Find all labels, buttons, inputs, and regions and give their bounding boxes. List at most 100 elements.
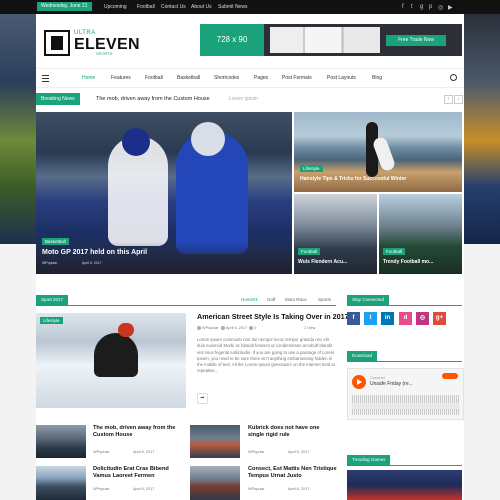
facebook-icon[interactable]: f — [402, 4, 404, 10]
hero-bottom-right-post[interactable]: Football Trendy Football mo... — [379, 194, 462, 274]
pinterest-icon[interactable]: p — [429, 4, 432, 10]
nav-item-features[interactable]: Features — [111, 75, 131, 81]
hero-tr-category[interactable]: Lifestyle — [300, 165, 323, 172]
nav-item-football[interactable]: Football — [145, 75, 163, 81]
nav-item-shortcodes[interactable]: Shortcodes — [214, 75, 239, 81]
hero-category-badge[interactable]: Basketball — [42, 238, 69, 245]
list-thumb-3[interactable] — [36, 466, 86, 500]
background-photo-left — [0, 14, 36, 244]
clock-icon — [220, 326, 225, 330]
date-badge: Wednesday, June 21 — [37, 2, 92, 11]
featured-comments[interactable]: 0 — [254, 326, 256, 330]
logo-text-sub: SPORTS — [96, 51, 113, 56]
nav-item-blog[interactable]: Blog — [372, 75, 382, 81]
top-bar: Wednesday, June 21 Upcoming Football Con… — [0, 0, 500, 14]
next-arrow-icon[interactable]: › — [454, 95, 463, 104]
tab-home01[interactable]: Home01 — [241, 297, 258, 302]
hero-main-title[interactable]: Moto GP 2017 held on this April — [42, 249, 147, 256]
hero-main-post[interactable]: Basketball Moto GP 2017 held on this Apr… — [36, 112, 292, 274]
play-icon[interactable] — [352, 375, 366, 389]
background-photo-right — [464, 14, 500, 244]
topbar-link-football[interactable]: Football — [137, 4, 155, 10]
featured-excerpt: Lorem ipsum commodo non dui nempor lecoc… — [197, 337, 336, 374]
hero-bl-category[interactable]: Football — [298, 248, 321, 255]
hero-br-category[interactable]: Football — [383, 248, 406, 255]
nav-item-home[interactable]: Home — [82, 75, 95, 81]
main-nav: Home Features Football Basketball Shortc… — [36, 68, 464, 88]
featured-author[interactable]: WPopular — [202, 326, 219, 330]
logo-icon[interactable] — [44, 30, 70, 56]
comment-icon — [249, 326, 254, 330]
waveform[interactable] — [352, 395, 459, 415]
nav-item-pages[interactable]: Pages — [254, 75, 268, 81]
instagram-icon[interactable]: ◎ — [416, 312, 429, 325]
ad-screenshots — [270, 27, 380, 53]
topbar-link-contact[interactable]: Contact Us — [161, 4, 186, 10]
list-title-1[interactable]: The mob, driven away from the Custom Hou… — [93, 425, 183, 439]
breaking-news-bar: Breaking News The mob, driven away from … — [36, 93, 464, 105]
hero-top-right-post[interactable]: Lifestyle Hairstyle Tips & Tricks for Su… — [294, 112, 462, 192]
ad-banner[interactable]: 728 x 90 Free Trade Now — [200, 24, 462, 56]
list-thumb-2[interactable] — [190, 425, 240, 458]
hero-tr-title[interactable]: Hairstyle Tips & Tricks for Successful W… — [300, 176, 406, 182]
hero-helmet-image — [122, 128, 150, 156]
topbar-link-about[interactable]: About Us — [191, 4, 212, 10]
nav-item-basketball[interactable]: Basketball — [177, 75, 200, 81]
soundcloud-logo-icon[interactable] — [442, 373, 458, 379]
trending-header: Trending Games — [347, 455, 462, 466]
stay-connected-title: Stay Connected — [347, 295, 390, 305]
topbar-link-submit[interactable]: Submit News — [218, 4, 247, 10]
hero-main-date: April 6, 2017 — [82, 261, 102, 265]
facebook-icon[interactable]: f — [347, 312, 360, 325]
instagram-icon[interactable]: ◎ — [438, 4, 443, 11]
list-author-3[interactable]: WPopular — [93, 487, 110, 491]
author-icon — [197, 326, 201, 330]
share-icon[interactable]: ➦ — [197, 393, 208, 404]
tab-moto-race[interactable]: Moto Race — [285, 297, 307, 302]
soundcloud-track[interactable]: Unsafe Friday (re... — [370, 381, 413, 387]
list-title-2[interactable]: Kubrick does not have one single rigid r… — [248, 425, 336, 439]
youtube-icon[interactable]: ▶ — [448, 4, 453, 11]
hero-bottom-left-post[interactable]: Football Wuls Flendern Acu... — [294, 194, 377, 274]
trending-image[interactable] — [347, 470, 462, 500]
list-thumb-1[interactable] — [36, 425, 86, 458]
linkedin-icon[interactable]: in — [381, 312, 394, 325]
nav-item-post-formats[interactable]: Post Formats — [282, 75, 312, 81]
search-icon[interactable] — [450, 74, 457, 81]
twitter-icon[interactable]: t — [364, 312, 377, 325]
list-author-2[interactable]: WPopular — [248, 450, 265, 454]
list-thumb-4[interactable] — [190, 466, 240, 500]
hero-helmet-image-2 — [191, 122, 225, 156]
list-title-4[interactable]: Consect, Est Mattis Nen Tristique Tempus… — [248, 466, 340, 480]
topbar-link-upcoming[interactable]: Upcoming — [104, 4, 127, 10]
prev-arrow-icon[interactable]: ‹ — [444, 95, 453, 104]
hero-br-title[interactable]: Trendy Football mo... — [383, 259, 433, 265]
dribbble-icon[interactable]: d — [399, 312, 412, 325]
list-author-1[interactable]: WPopular — [93, 450, 110, 454]
featured-category[interactable]: Lifestyle — [40, 317, 63, 324]
tab-golf[interactable]: Golf — [267, 297, 275, 302]
hero-bl-title[interactable]: Wuls Flendern Acu... — [298, 259, 347, 265]
soundcloud-player[interactable]: Coucher Unsafe Friday (re... — [347, 368, 464, 420]
list-author-4[interactable]: WPopular — [248, 487, 265, 491]
featured-post-image[interactable]: Lifestyle — [36, 313, 186, 408]
nav-item-post-layouts[interactable]: Post Layouts — [327, 75, 356, 81]
google-plus-icon[interactable]: g — [420, 4, 423, 10]
ad-size-label: 728 x 90 — [200, 24, 264, 56]
ad-cta-button[interactable]: Free Trade Now — [386, 35, 446, 46]
featured-post-title[interactable]: American Street Style Is Taking Over in … — [197, 312, 349, 321]
soundcloud-user[interactable]: Coucher — [370, 375, 385, 380]
tab-sports[interactable]: Sports — [318, 297, 331, 302]
list-date-1: April 6, 2017 — [133, 450, 155, 454]
stay-connected-header: Stay Connected — [347, 295, 462, 306]
hero-main-author[interactable]: WPopular — [42, 261, 57, 265]
list-title-3[interactable]: Dolicitudin Erat Cras Bibend Vamus Laore… — [93, 466, 185, 480]
breaking-news-next[interactable]: Lorem ipsum — [229, 96, 258, 102]
twitter-icon[interactable]: t — [411, 4, 413, 10]
menu-icon[interactable] — [42, 75, 49, 82]
list-date-3: April 6, 2017 — [133, 487, 155, 491]
download-header: Download — [347, 351, 462, 362]
breaking-news-headline[interactable]: The mob, driven away from the Custom Hou… — [96, 96, 210, 102]
google-plus-icon[interactable]: g+ — [433, 312, 446, 325]
breaking-news-label: Breaking News — [36, 93, 80, 105]
